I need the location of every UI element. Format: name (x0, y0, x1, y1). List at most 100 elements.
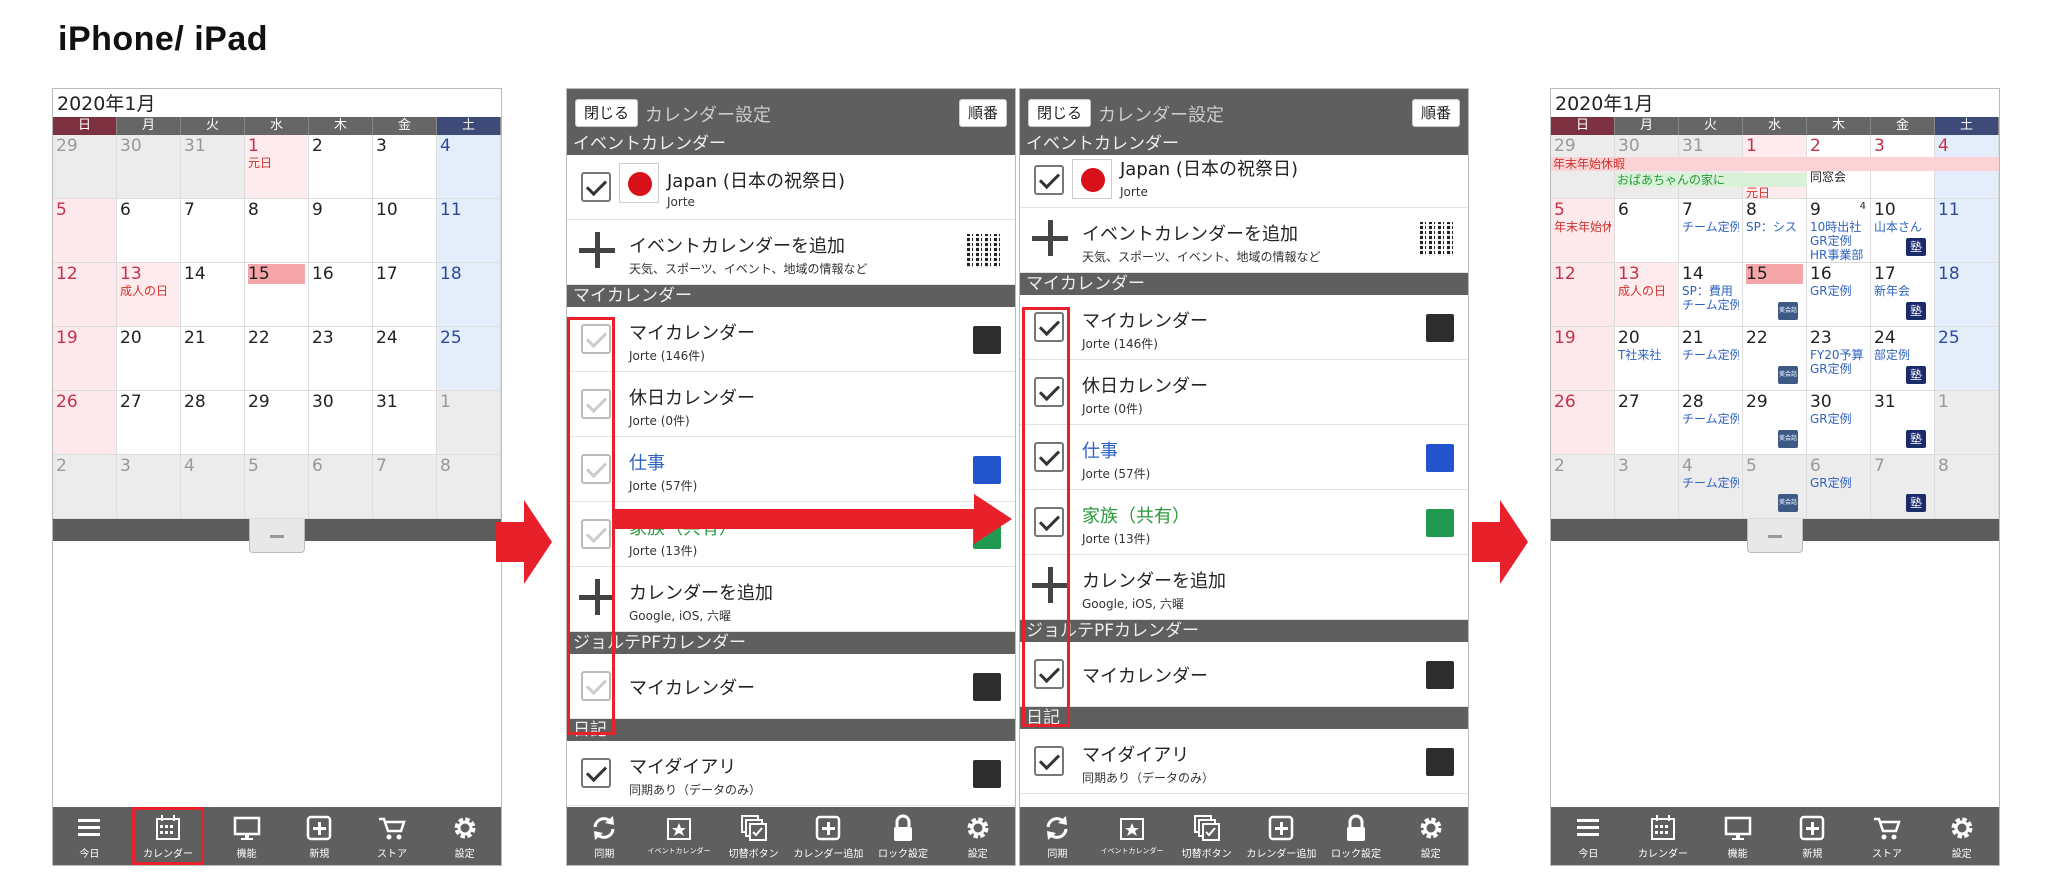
drawer-handle[interactable] (1747, 519, 1803, 553)
settings-header: 閉じる カレンダー設定 順番 (567, 89, 1015, 133)
weekday-header: 日月火水木金土 (1551, 117, 1999, 135)
highlight-box (1022, 307, 1070, 727)
color-swatch[interactable] (973, 673, 1001, 701)
row-my-calendar[interactable]: マイカレンダー Jorte (146件) (1020, 295, 1468, 360)
sync-icon (593, 816, 615, 840)
order-button[interactable]: 順番 (958, 99, 1007, 127)
tabbar-settings: 同期 イベントカレンダー 切替ボタン カレンダー追加 ロック設定 設定 (567, 807, 1015, 865)
row-diary[interactable]: マイダイアリ 同期あり（データのみ） (1020, 729, 1468, 794)
tab-store[interactable]: ストア (356, 807, 429, 865)
row-add-calendar[interactable]: カレンダーを追加 Google, iOS, 六曜 (567, 567, 1015, 632)
calendar-icon (156, 815, 180, 840)
tab-today[interactable]: 今日 (1551, 807, 1626, 865)
color-swatch[interactable] (1426, 444, 1454, 472)
plus-square-icon (307, 815, 332, 841)
settings-header: 閉じる カレンダー設定 順番 (1020, 89, 1468, 133)
month-grid[interactable]: 29 30 31 1 元日 2 同窓会 3 4 5 年末年始休 6 7 チーム定例 8 SP：… (1551, 135, 1999, 519)
phone-calendar-before: 2020年1月 日月火水木金土 29 30 31 1 元日 234 5 6 7 8 9 10 11… (52, 88, 502, 866)
page-heading: iPhone/ iPad (58, 20, 269, 58)
section-my-calendar: マイカレンダー (1020, 273, 1468, 295)
tab-settings[interactable]: 設定 (940, 807, 1015, 865)
tab-store[interactable]: ストア (1850, 807, 1925, 865)
section-event-calendar: イベントカレンダー (1020, 133, 1468, 155)
gear-icon (1420, 817, 1442, 839)
row-pf-my-calendar[interactable]: マイカレンダー (1020, 642, 1468, 707)
tab-settings[interactable]: 設定 (1393, 807, 1468, 865)
row-family-calendar[interactable]: 家族（共有）Jorte (13件) (1020, 490, 1468, 555)
settings-title: カレンダー設定 (1098, 105, 1224, 126)
color-swatch[interactable] (1426, 748, 1454, 776)
row-holiday-calendar[interactable]: 休日カレンダー Jorte (0件) (567, 372, 1015, 437)
color-swatch[interactable] (973, 326, 1001, 354)
monitor-icon (1724, 816, 1751, 840)
close-button[interactable]: 閉じる (1028, 99, 1092, 127)
lock-icon (1347, 814, 1366, 841)
color-swatch[interactable] (1426, 314, 1454, 342)
drawer-handle-bar[interactable] (1551, 519, 1999, 553)
checkbox[interactable] (581, 758, 611, 788)
tab-settings[interactable]: 設定 (428, 807, 501, 865)
color-swatch[interactable] (1426, 509, 1454, 537)
row-diary[interactable]: マイダイアリ 同期あり（データのみ） (567, 741, 1015, 806)
color-swatch[interactable] (1426, 661, 1454, 689)
tab-new[interactable]: 新規 (283, 807, 356, 865)
checkbox[interactable] (1034, 165, 1064, 195)
tab-new[interactable]: 新規 (1775, 807, 1850, 865)
row-my-calendar[interactable]: マイカレンダー Jorte (146件) (567, 307, 1015, 372)
tab-toggle-button[interactable]: 切替ボタン (716, 807, 791, 865)
checkbox[interactable] (1034, 746, 1064, 776)
menu-icon (1577, 819, 1600, 836)
row-holiday-calendar[interactable]: 休日カレンダー Jorte (0件) (1020, 360, 1468, 425)
multi-check-icon (1193, 815, 1220, 841)
sync-icon (1046, 816, 1068, 840)
tab-sync[interactable]: 同期 (567, 807, 642, 865)
event-band-nenmatsu[interactable]: 年末年始休暇 (1551, 157, 1999, 171)
tab-settings[interactable]: 設定 (1924, 807, 1999, 865)
qr-code-icon[interactable] (967, 234, 1001, 268)
tab-add-calendar[interactable]: カレンダー追加 (1244, 807, 1319, 865)
tab-event-calendar[interactable]: イベントカレンダー (642, 807, 717, 865)
multi-check-icon (740, 815, 767, 841)
tab-event-calendar[interactable]: イベントカレンダー (1095, 807, 1170, 865)
row-add-event-calendar[interactable]: イベントカレンダーを追加 天気、スポーツ、イベント、地域の情報など (567, 220, 1015, 285)
order-button[interactable]: 順番 (1411, 99, 1460, 127)
row-japan-holidays[interactable]: Japan (日本の祝祭日) Jorte (1020, 155, 1468, 208)
tab-lock-settings[interactable]: ロック設定 (1319, 807, 1394, 865)
drawer-handle[interactable] (249, 519, 305, 553)
tab-functions[interactable]: 機能 (1700, 807, 1775, 865)
gear-icon (454, 817, 476, 839)
month-grid[interactable]: 29 30 31 1 元日 234 5 6 7 8 9 10 11 12 13 成人の日 14 15 1… (53, 135, 501, 519)
section-diary: 日記 (1020, 707, 1468, 729)
row-add-event-calendar[interactable]: イベントカレンダーを追加 天気、スポーツ、イベント、地域の情報など (1020, 208, 1468, 273)
tab-functions[interactable]: 機能 (210, 807, 283, 865)
event-band-obaachan[interactable]: おばあちゃんの家に (1615, 173, 1807, 187)
row-work-calendar[interactable]: 仕事 Jorte (57件) (567, 437, 1015, 502)
qr-code-icon[interactable] (1420, 222, 1454, 256)
tab-calendar[interactable]: カレンダー (131, 807, 205, 865)
row-japan-holidays[interactable]: Japan (日本の祝祭日) Jorte (567, 155, 1015, 220)
color-swatch[interactable] (973, 456, 1001, 484)
color-swatch[interactable] (973, 760, 1001, 788)
section-diary: 日記 (567, 719, 1015, 741)
tab-sync[interactable]: 同期 (1020, 807, 1095, 865)
section-my-calendar: マイカレンダー (567, 285, 1015, 307)
plus-square-icon (816, 815, 841, 841)
tab-toggle-button[interactable]: 切替ボタン (1169, 807, 1244, 865)
close-button[interactable]: 閉じる (575, 99, 639, 127)
star-calendar-icon (667, 818, 691, 840)
row-work-calendar[interactable]: 仕事 Jorte (57件) (1020, 425, 1468, 490)
checkbox[interactable] (581, 172, 611, 202)
tabbar-settings: 同期 イベントカレンダー 切替ボタン カレンダー追加 ロック設定 設定 (1020, 807, 1468, 865)
row-add-calendar[interactable]: カレンダーを追加 Google, iOS, 六曜 (1020, 555, 1468, 620)
tab-today[interactable]: 今日 (53, 807, 126, 865)
tab-add-calendar[interactable]: カレンダー追加 (791, 807, 866, 865)
flow-arrow-3 (1472, 500, 1528, 584)
tab-calendar[interactable]: カレンダー (1626, 807, 1701, 865)
gear-icon (1951, 817, 1973, 839)
tab-lock-settings[interactable]: ロック設定 (866, 807, 941, 865)
highlight-box (567, 317, 615, 735)
plus-icon (1032, 220, 1068, 256)
drawer-handle-bar[interactable] (53, 519, 501, 553)
star-calendar-icon (1120, 818, 1144, 840)
row-pf-my-calendar[interactable]: マイカレンダー (567, 654, 1015, 719)
